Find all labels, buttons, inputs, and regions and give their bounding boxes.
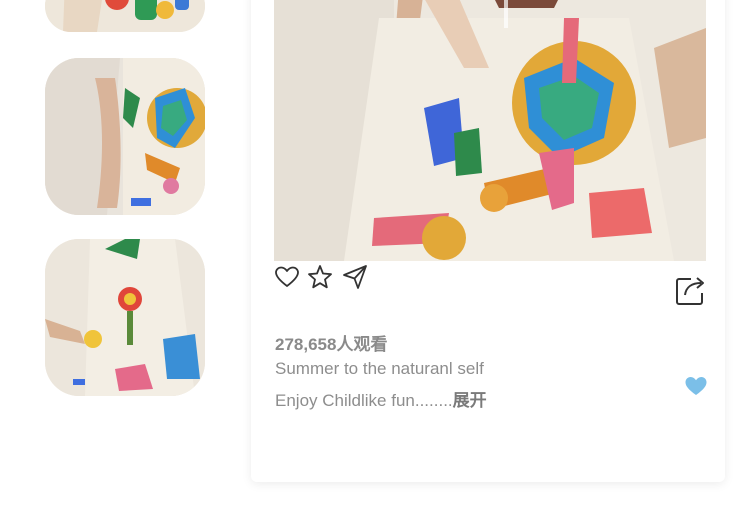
heart-filled-icon xyxy=(685,377,707,395)
view-count-number: 278,658 xyxy=(275,335,337,354)
caption-line-2: Enjoy Childlike fun........展开 xyxy=(275,386,487,411)
post-card: 278,658人观看 Summer to the naturanl self E… xyxy=(251,0,725,482)
post-main-image[interactable] xyxy=(274,0,706,261)
caption-line-2-text: Enjoy Childlike fun........ xyxy=(275,391,453,410)
caption-line-1: Summer to the naturanl self xyxy=(275,359,484,378)
thumbnail-3-image xyxy=(45,239,205,396)
view-count-suffix: 人观看 xyxy=(336,335,388,354)
post-main-photo xyxy=(274,0,706,261)
favorite-button[interactable] xyxy=(306,263,334,296)
expand-link[interactable]: 展开 xyxy=(453,391,487,410)
star-outline-icon xyxy=(308,265,332,289)
heart-outline-icon xyxy=(275,266,299,287)
view-count: 278,658人观看 xyxy=(275,330,387,355)
send-button[interactable] xyxy=(341,263,369,296)
thumbnail-1[interactable] xyxy=(45,0,205,32)
thumbnail-2-image xyxy=(45,58,205,215)
share-button[interactable] xyxy=(674,273,708,312)
thumbnail-3[interactable] xyxy=(45,239,205,396)
paper-plane-icon xyxy=(343,265,367,289)
like-button[interactable] xyxy=(273,263,301,296)
share-icon xyxy=(676,277,704,305)
thumbnail-1-image xyxy=(45,0,205,32)
liked-indicator[interactable] xyxy=(684,375,708,402)
thumbnail-2[interactable] xyxy=(45,58,205,215)
